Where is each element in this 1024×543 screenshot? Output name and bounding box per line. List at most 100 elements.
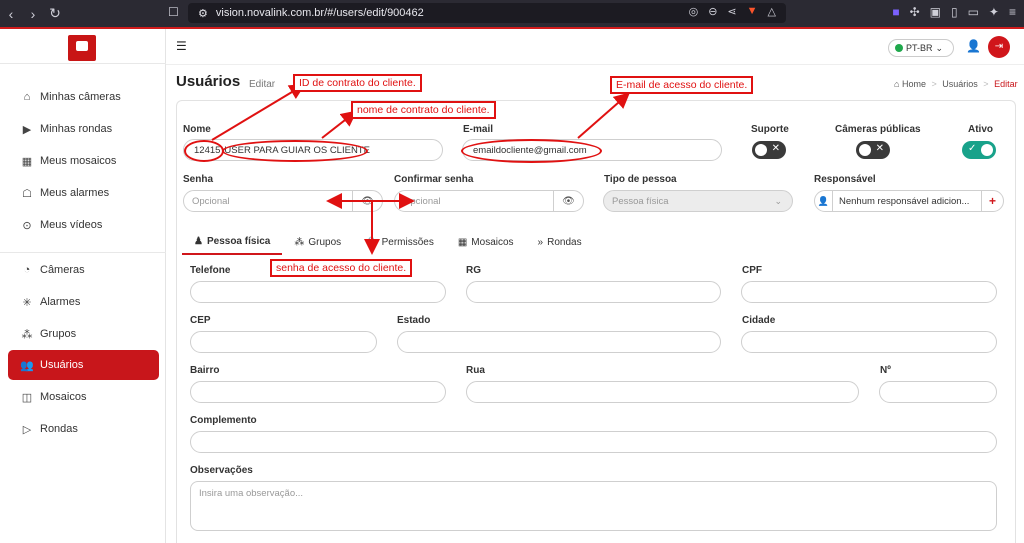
- email-label: E-mail: [463, 124, 494, 135]
- brave-shield-icon[interactable]: ▼: [747, 5, 758, 18]
- state-field[interactable]: [397, 331, 721, 353]
- street-field[interactable]: [466, 381, 859, 403]
- groups-icon: ⁂: [21, 328, 33, 341]
- city-label: Cidade: [742, 315, 776, 326]
- tab-permissoes[interactable]: 🔒 Permissões: [353, 229, 446, 255]
- address-bar[interactable]: ⚙ vision.novalink.com.br/#/users/edit/90…: [188, 3, 786, 23]
- language-label: PT-BR: [906, 43, 933, 53]
- leo-icon[interactable]: ✦: [989, 5, 999, 19]
- sidebar-item-meus-mosaicos[interactable]: ▦ Meus mosaicos: [8, 146, 159, 176]
- notes-textarea[interactable]: Insira uma observação...: [190, 481, 997, 531]
- tab-mosaicos[interactable]: ▦ Mosaicos: [446, 229, 526, 255]
- tab-bar: ♟ Pessoa física ⁂ Grupos 🔒 Permissões ▦ …: [182, 229, 998, 255]
- breadcrumb-home[interactable]: Home: [902, 79, 926, 89]
- tab-label: Pessoa física: [206, 235, 271, 247]
- sidebar-toggle-icon[interactable]: ▯: [951, 5, 958, 19]
- phone-field[interactable]: [190, 281, 446, 303]
- share-icon[interactable]: ⋖: [727, 5, 736, 18]
- sidebar-item-grupos[interactable]: ⁂ Grupos: [8, 319, 159, 349]
- sidebar-item-cameras[interactable]: ◔ Câmeras: [8, 255, 159, 285]
- x-icon: ✕: [771, 143, 780, 154]
- add-responsible-button[interactable]: +: [981, 191, 1003, 211]
- sidebar-item-minhas-rondas[interactable]: ▶ Minhas rondas: [8, 114, 159, 144]
- browser-toolbar: ‹ › ↻ ☐ ⚙ vision.novalink.com.br/#/users…: [0, 0, 1024, 27]
- annotation-id: ID de contrato do cliente.: [293, 74, 422, 92]
- home-icon: ⌂: [894, 79, 900, 89]
- support-toggle[interactable]: ✕: [752, 141, 786, 159]
- city-field[interactable]: [741, 331, 997, 353]
- public-cameras-toggle[interactable]: ✕: [856, 141, 890, 159]
- tab-label: Grupos: [308, 236, 342, 248]
- bookmark-icon[interactable]: ☐: [168, 5, 179, 19]
- screenshot-icon[interactable]: ▣: [930, 5, 941, 19]
- tab-rondas[interactable]: » Rondas: [526, 229, 594, 255]
- password-field[interactable]: Opcional 👁: [183, 190, 383, 212]
- groups-icon: ⁂: [294, 236, 305, 248]
- logout-button[interactable]: ⇥: [988, 36, 1010, 58]
- annotation-password: senha de acesso do cliente.: [270, 259, 413, 277]
- check-icon: ✓: [968, 143, 977, 154]
- rounds-icon: ▷: [22, 423, 32, 436]
- number-field[interactable]: [879, 381, 997, 403]
- extension-icon[interactable]: ■: [892, 5, 899, 19]
- hamburger-menu-icon[interactable]: ☰: [176, 39, 187, 53]
- reload-icon[interactable]: ↻: [44, 5, 66, 22]
- person-icon: ♟: [194, 235, 203, 247]
- active-toggle[interactable]: ✓: [962, 141, 996, 159]
- cep-field[interactable]: [190, 331, 377, 353]
- show-confirm-password-eye-icon[interactable]: 👁: [553, 191, 583, 211]
- puzzle-icon[interactable]: ✣: [910, 5, 920, 19]
- toggle-knob: [859, 144, 871, 156]
- sidebar-item-rondas[interactable]: ▷ Rondas: [8, 414, 159, 444]
- page-subtitle: Editar: [249, 79, 276, 90]
- sidebar-item-label: Meus mosaicos: [40, 155, 117, 167]
- address-url[interactable]: vision.novalink.com.br/#/users/edit/9004…: [216, 7, 424, 19]
- complement-field[interactable]: [190, 431, 997, 453]
- responsible-field[interactable]: 👤 Nenhum responsável adicion... +: [814, 190, 1004, 212]
- wallet-icon[interactable]: ▭: [968, 5, 979, 19]
- forward-icon[interactable]: ›: [22, 6, 44, 22]
- sidebar-item-label: Minhas rondas: [40, 123, 113, 135]
- breadcrumb-separator: >: [983, 79, 989, 89]
- rg-field[interactable]: [466, 281, 721, 303]
- person-type-select[interactable]: Pessoa física ⌄: [603, 190, 793, 212]
- chevron-down-icon: ⌄: [774, 195, 782, 206]
- breadcrumb-separator: >: [931, 79, 937, 89]
- sidebar-item-meus-videos[interactable]: ⊙ Meus vídeos: [8, 210, 159, 240]
- tab-pessoa-fisica[interactable]: ♟ Pessoa física: [182, 229, 283, 255]
- location-icon[interactable]: ◎: [689, 5, 699, 18]
- sidebar-item-meus-alarmes[interactable]: ☖ Meus alarmes: [8, 178, 159, 208]
- sidebar-item-minhas-cameras[interactable]: ⌂ Minhas câmeras: [8, 82, 159, 112]
- tab-label: Permissões: [381, 236, 434, 248]
- user-profile-icon[interactable]: 👤: [966, 39, 981, 53]
- neighborhood-label: Bairro: [190, 365, 220, 376]
- back-icon[interactable]: ‹: [0, 6, 22, 22]
- breadcrumb-section[interactable]: Usuários: [942, 79, 978, 89]
- confirm-password-field[interactable]: Opcional 👁: [394, 190, 584, 212]
- neighborhood-field[interactable]: [190, 381, 446, 403]
- menu-icon[interactable]: ≡: [1009, 5, 1016, 19]
- toggle-knob: [755, 144, 767, 156]
- sidebar-item-mosaicos[interactable]: ◫ Mosaicos: [8, 382, 159, 412]
- confirm-password-placeholder: Opcional: [403, 195, 441, 207]
- tab-grupos[interactable]: ⁂ Grupos: [282, 229, 353, 255]
- cep-label: CEP: [190, 315, 211, 326]
- rewards-icon[interactable]: △: [768, 5, 776, 18]
- sidebar-item-label: Mosaicos: [40, 391, 87, 403]
- breadcrumb: ⌂ Home > Usuários > Editar: [894, 79, 1018, 89]
- sidebar-item-usuarios[interactable]: 👥 Usuários: [8, 350, 159, 380]
- annotation-name: nome de contrato do cliente.: [351, 101, 496, 119]
- brand-logo[interactable]: [68, 35, 96, 61]
- show-password-eye-icon[interactable]: 👁: [352, 191, 382, 211]
- zoom-icon[interactable]: ⊖: [708, 5, 717, 18]
- mosaic-icon: ◫: [21, 391, 33, 404]
- language-selector[interactable]: PT-BR ⌄: [888, 39, 954, 57]
- play-square-icon: ▶: [22, 123, 32, 136]
- cpf-field[interactable]: [741, 281, 997, 303]
- password-label: Senha: [183, 174, 214, 185]
- active-label: Ativo: [968, 124, 993, 135]
- cpf-label: CPF: [742, 265, 762, 276]
- sidebar-item-alarmes[interactable]: ✳ Alarmes: [8, 287, 159, 317]
- site-info-icon[interactable]: ⚙: [198, 7, 208, 20]
- sidebar-item-label: Grupos: [40, 328, 77, 340]
